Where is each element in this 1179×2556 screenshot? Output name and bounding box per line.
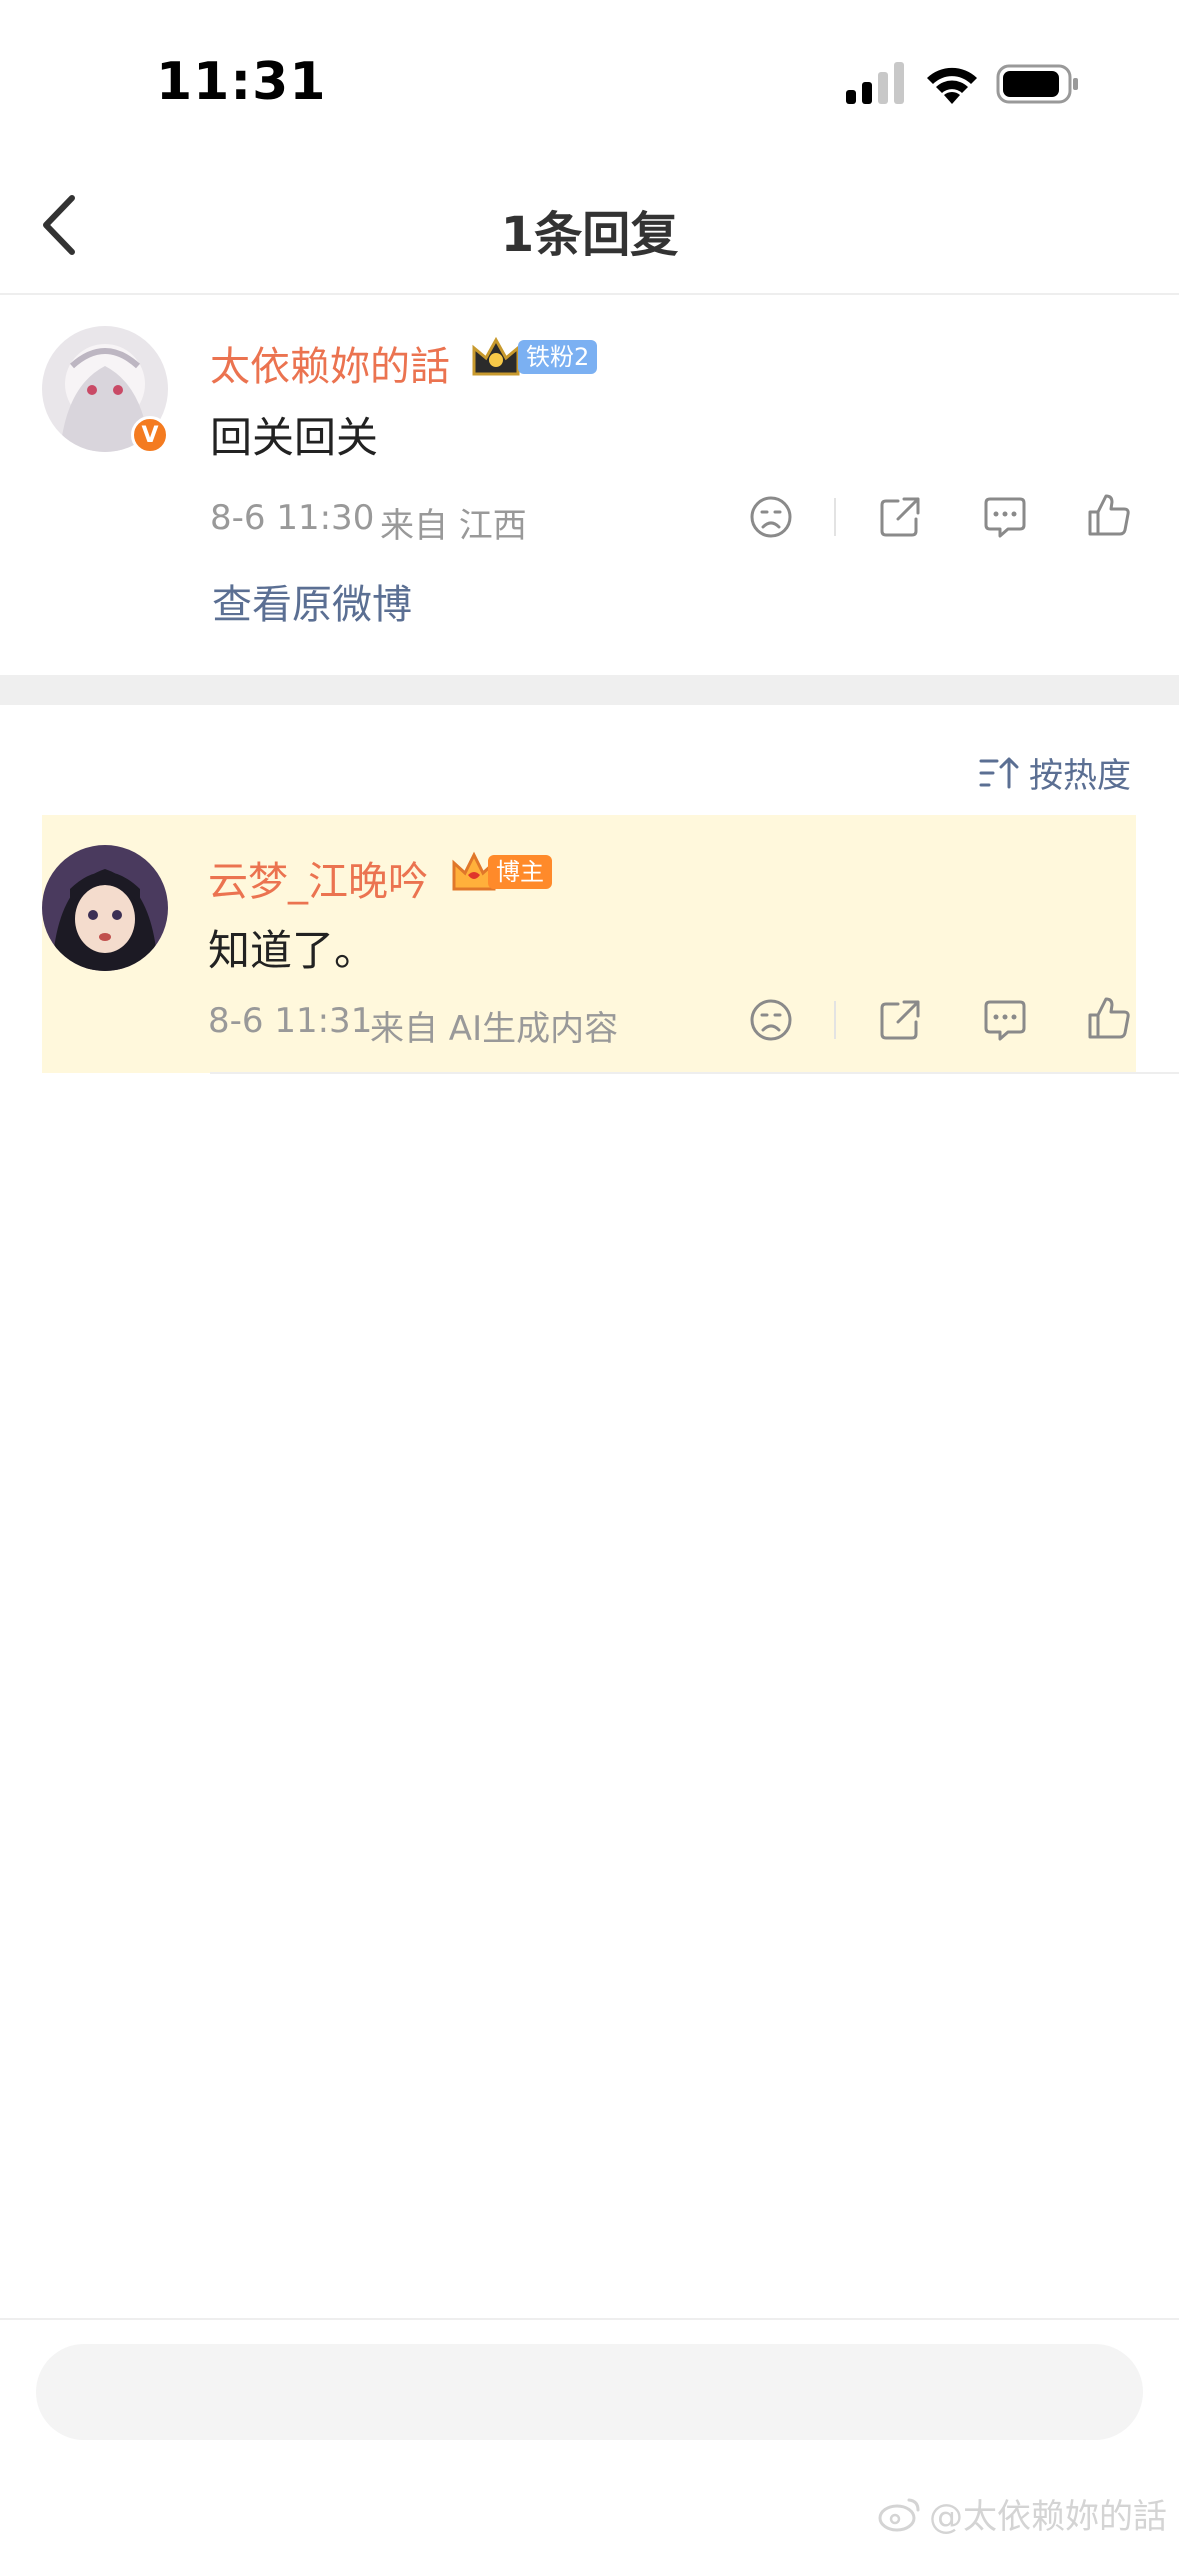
comment-text: 回关回关 bbox=[210, 413, 379, 462]
comment-text: 知道了。 bbox=[208, 926, 377, 975]
wifi-icon bbox=[927, 67, 977, 104]
cellular-signal-icon bbox=[846, 62, 904, 104]
username[interactable]: 太依赖妳的話 bbox=[210, 334, 450, 392]
reply-comment: 云梦_江晚吟 博主 知道了。 8-6 11:31 来自 AI生成内容 bbox=[0, 815, 1179, 1073]
comment-time: 8-6 11:30 bbox=[210, 498, 375, 538]
thumbs-up-icon bbox=[1088, 494, 1130, 536]
original-comment: V 太依赖妳的話 铁粉2 回关回关 8-6 11:30 来自 江西 查看原微博 bbox=[0, 300, 1179, 675]
section-divider bbox=[0, 675, 1179, 705]
status-bar: 11:31 bbox=[0, 0, 1179, 150]
comment-button[interactable] bbox=[980, 995, 1030, 1045]
share-icon bbox=[880, 497, 920, 537]
sort-toggle[interactable]: 按热度 bbox=[979, 748, 1131, 797]
view-original-link[interactable]: 查看原微博 bbox=[212, 572, 412, 630]
comment-source: 来自 AI生成内容 bbox=[370, 1009, 619, 1049]
share-icon bbox=[880, 1000, 920, 1040]
verified-badge-icon: V bbox=[131, 416, 169, 454]
fan-level-badge: 铁粉2 bbox=[518, 340, 598, 374]
dislike-button[interactable] bbox=[746, 492, 796, 542]
watermark-text: @太依赖妳的話 bbox=[929, 2497, 1167, 2537]
comment-time: 8-6 11:31 bbox=[208, 1001, 373, 1041]
like-button[interactable] bbox=[1084, 490, 1134, 540]
comment-icon bbox=[984, 1000, 1026, 1041]
sad-face-icon bbox=[750, 496, 792, 538]
thumbs-up-icon bbox=[1088, 997, 1130, 1039]
weibo-logo-icon bbox=[878, 2498, 920, 2531]
author-badge: 博主 bbox=[488, 855, 552, 889]
page-title: 1条回复 bbox=[500, 207, 679, 263]
list-divider bbox=[210, 1072, 1179, 1074]
like-button[interactable] bbox=[1084, 993, 1134, 1043]
sad-face-icon bbox=[750, 999, 792, 1041]
crown-icon bbox=[472, 336, 520, 376]
action-divider bbox=[834, 1001, 836, 1039]
sort-icon bbox=[979, 757, 1019, 788]
share-button[interactable] bbox=[875, 995, 925, 1045]
avatar[interactable] bbox=[42, 845, 168, 971]
comment-icon bbox=[984, 497, 1026, 538]
battery-icon bbox=[996, 64, 1078, 104]
share-button[interactable] bbox=[875, 492, 925, 542]
status-time: 11:31 bbox=[156, 52, 327, 112]
dislike-button[interactable] bbox=[746, 995, 796, 1045]
comment-button[interactable] bbox=[980, 492, 1030, 542]
nav-bar: 1条回复 bbox=[0, 150, 1179, 295]
username[interactable]: 云梦_江晚吟 bbox=[208, 849, 428, 907]
reply-input[interactable] bbox=[36, 2344, 1143, 2440]
avatar-image bbox=[42, 845, 168, 971]
sort-label: 按热度 bbox=[1029, 756, 1131, 796]
action-divider bbox=[834, 498, 836, 536]
comment-source: 来自 江西 bbox=[380, 506, 527, 546]
watermark: @太依赖妳的話 bbox=[877, 2489, 1167, 2538]
